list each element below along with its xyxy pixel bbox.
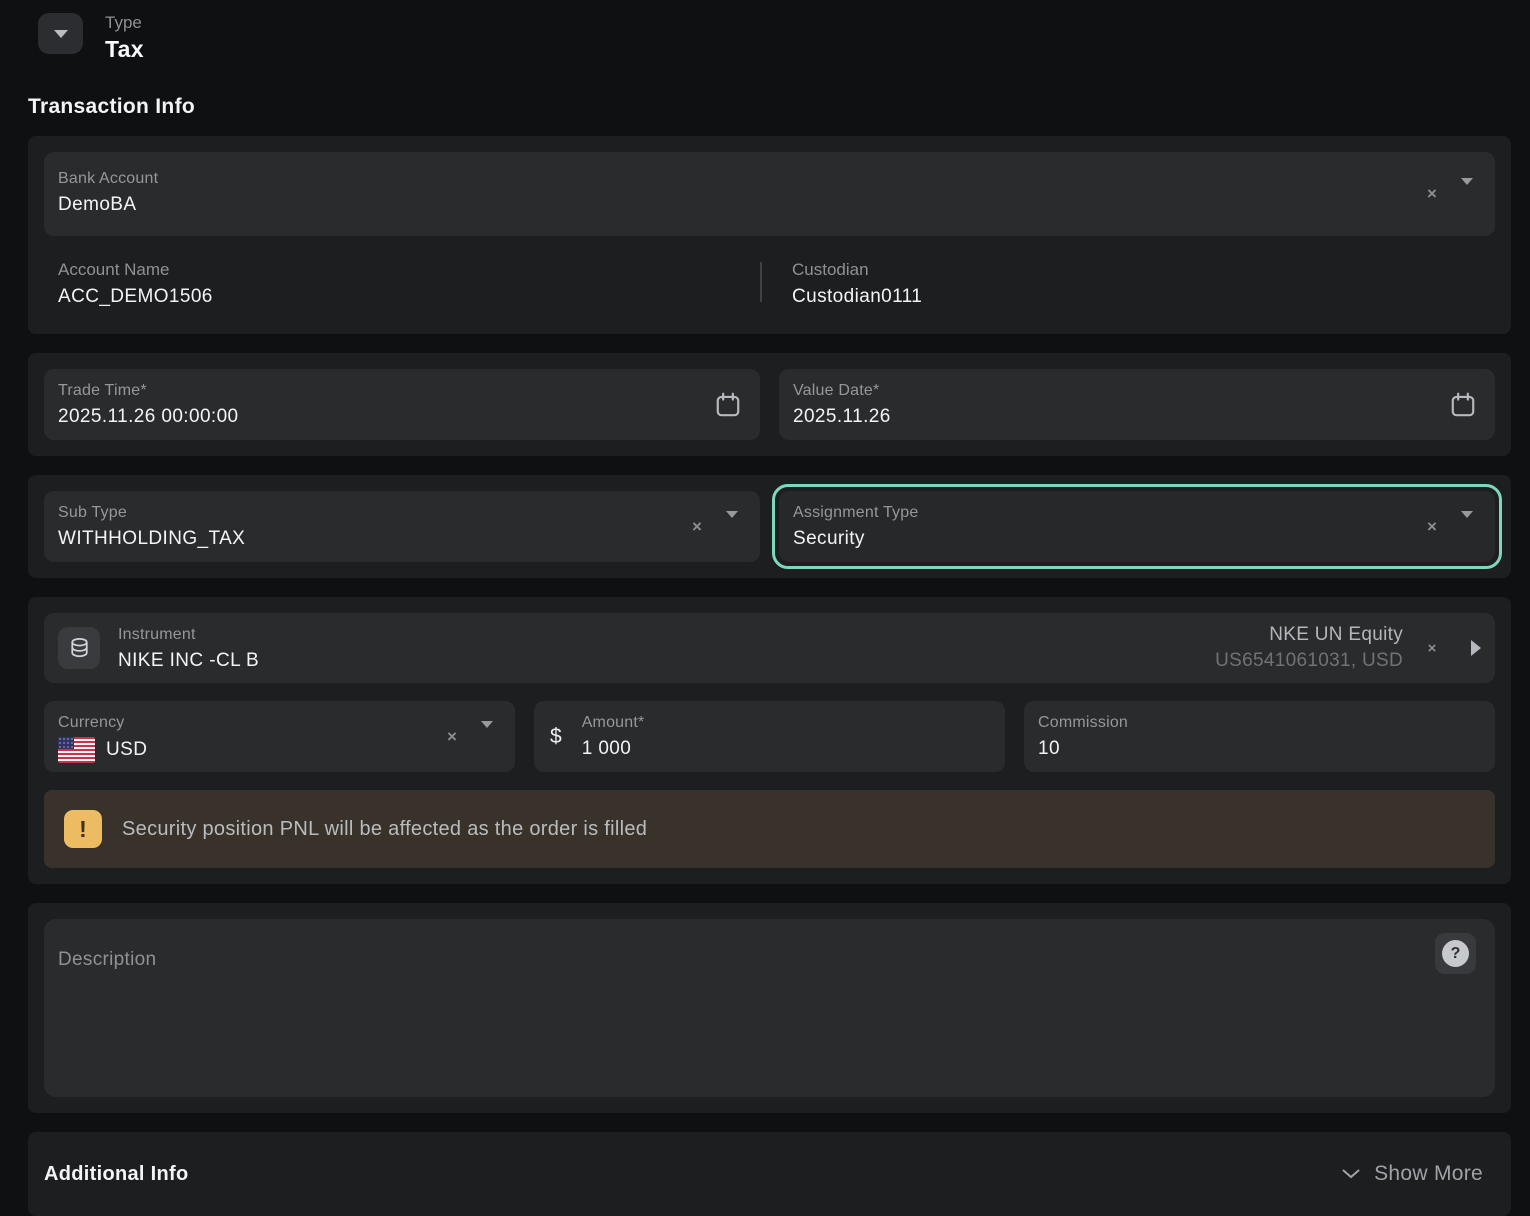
value-date-field[interactable]: Value Date* 2025.11.26: [779, 369, 1495, 440]
help-icon: ?: [1442, 940, 1469, 967]
description-panel: ?: [28, 903, 1511, 1113]
clear-icon[interactable]: ×: [1423, 184, 1441, 204]
value-date-value: 2025.11.26: [793, 406, 1481, 428]
clear-icon[interactable]: ×: [443, 727, 461, 747]
description-input[interactable]: [44, 919, 1495, 1097]
additional-info-title: Additional Info: [44, 1163, 188, 1186]
type-label: Type: [105, 13, 144, 33]
coins-icon: [66, 635, 93, 662]
currency-value: USD: [106, 739, 147, 761]
instrument-identifier: US6541061031, USD: [1215, 650, 1403, 672]
sub-type-value: WITHHOLDING_TAX: [58, 528, 746, 550]
amount-field[interactable]: $ Amount* 1 000: [534, 701, 1005, 772]
instrument-label: Instrument: [118, 625, 1215, 645]
type-value: Tax: [105, 36, 144, 63]
currency-select[interactable]: Currency USD ×: [44, 701, 515, 772]
caret-down-icon[interactable]: [1461, 518, 1473, 536]
clear-icon[interactable]: ×: [1423, 517, 1441, 537]
additional-info-panel: Additional Info Show More: [28, 1132, 1511, 1216]
type-selector-row: Type Tax: [38, 13, 1511, 63]
bank-account-select[interactable]: Bank Account DemoBA ×: [44, 152, 1495, 236]
caret-down-icon[interactable]: [726, 518, 738, 536]
clear-icon[interactable]: ×: [688, 517, 706, 537]
bank-account-value: DemoBA: [58, 194, 1481, 216]
instrument-select[interactable]: Instrument NIKE INC -CL B NKE UN Equity …: [44, 613, 1495, 683]
calendar-icon[interactable]: [714, 391, 742, 419]
custodian-label: Custodian: [792, 260, 922, 280]
instrument-meta: NKE UN Equity US6541061031, USD: [1215, 624, 1403, 672]
transaction-form-page: Type Tax Transaction Info Bank Account D…: [0, 0, 1530, 1216]
bank-account-label: Bank Account: [58, 169, 1481, 189]
trade-time-field[interactable]: Trade Time* 2025.11.26 00:00:00: [44, 369, 760, 440]
commission-label: Commission: [1038, 713, 1481, 733]
chevron-down-icon: [1342, 1169, 1360, 1179]
calendar-icon[interactable]: [1449, 391, 1477, 419]
instrument-value: NIKE INC -CL B: [118, 650, 1215, 672]
dates-panel: Trade Time* 2025.11.26 00:00:00 Value Da…: [28, 353, 1511, 456]
instrument-ticker: NKE UN Equity: [1215, 624, 1403, 646]
trade-time-label: Trade Time*: [58, 381, 746, 401]
clear-icon[interactable]: ×: [1423, 640, 1441, 657]
warning-icon: !: [64, 810, 102, 848]
instrument-display: Instrument NIKE INC -CL B: [118, 625, 1215, 672]
type-dropdown-button[interactable]: [38, 13, 83, 54]
custodian-display: Custodian Custodian0111: [762, 260, 922, 308]
page-title: Transaction Info: [28, 95, 1511, 119]
trade-time-value: 2025.11.26 00:00:00: [58, 406, 746, 428]
us-flag-icon: [58, 737, 95, 763]
caret-down-icon[interactable]: [1461, 185, 1473, 203]
show-more-button[interactable]: Show More: [1330, 1162, 1495, 1186]
sub-type-select[interactable]: Sub Type WITHHOLDING_TAX ×: [44, 491, 760, 562]
commission-field[interactable]: Commission 10: [1024, 701, 1495, 772]
assignment-type-select[interactable]: Assignment Type Security ×: [779, 491, 1495, 562]
amount-label: Amount*: [582, 713, 645, 733]
chevron-right-icon[interactable]: [1471, 640, 1481, 656]
sub-type-label: Sub Type: [58, 503, 746, 523]
caret-down-icon[interactable]: [481, 728, 493, 746]
account-name-label: Account Name: [58, 260, 760, 280]
warning-text: Security position PNL will be affected a…: [122, 818, 647, 841]
account-name-display: Account Name ACC_DEMO1506: [44, 260, 760, 308]
assignment-type-highlight: Assignment Type Security ×: [772, 484, 1502, 569]
commission-value: 10: [1038, 738, 1481, 760]
instrument-icon-box: [58, 627, 100, 669]
value-date-label: Value Date*: [793, 381, 1481, 401]
custodian-value: Custodian0111: [792, 286, 922, 308]
type-fields-panel: Sub Type WITHHOLDING_TAX × Assignment Ty…: [28, 475, 1511, 578]
instrument-panel: Instrument NIKE INC -CL B NKE UN Equity …: [28, 597, 1511, 884]
warning-banner: ! Security position PNL will be affected…: [44, 790, 1495, 868]
assignment-type-label: Assignment Type: [793, 503, 1481, 523]
assignment-type-value: Security: [793, 528, 1481, 550]
caret-down-icon: [54, 30, 68, 38]
bank-account-panel: Bank Account DemoBA × Account Name ACC_D…: [28, 136, 1511, 334]
show-more-label: Show More: [1374, 1162, 1483, 1186]
dollar-sign-icon: $: [550, 725, 562, 749]
type-display: Type Tax: [105, 13, 144, 63]
currency-label: Currency: [58, 713, 501, 733]
account-name-value: ACC_DEMO1506: [58, 286, 760, 308]
amount-value: 1 000: [582, 738, 645, 760]
help-button[interactable]: ?: [1435, 933, 1476, 974]
account-details-row: Account Name ACC_DEMO1506 Custodian Cust…: [44, 256, 1495, 318]
